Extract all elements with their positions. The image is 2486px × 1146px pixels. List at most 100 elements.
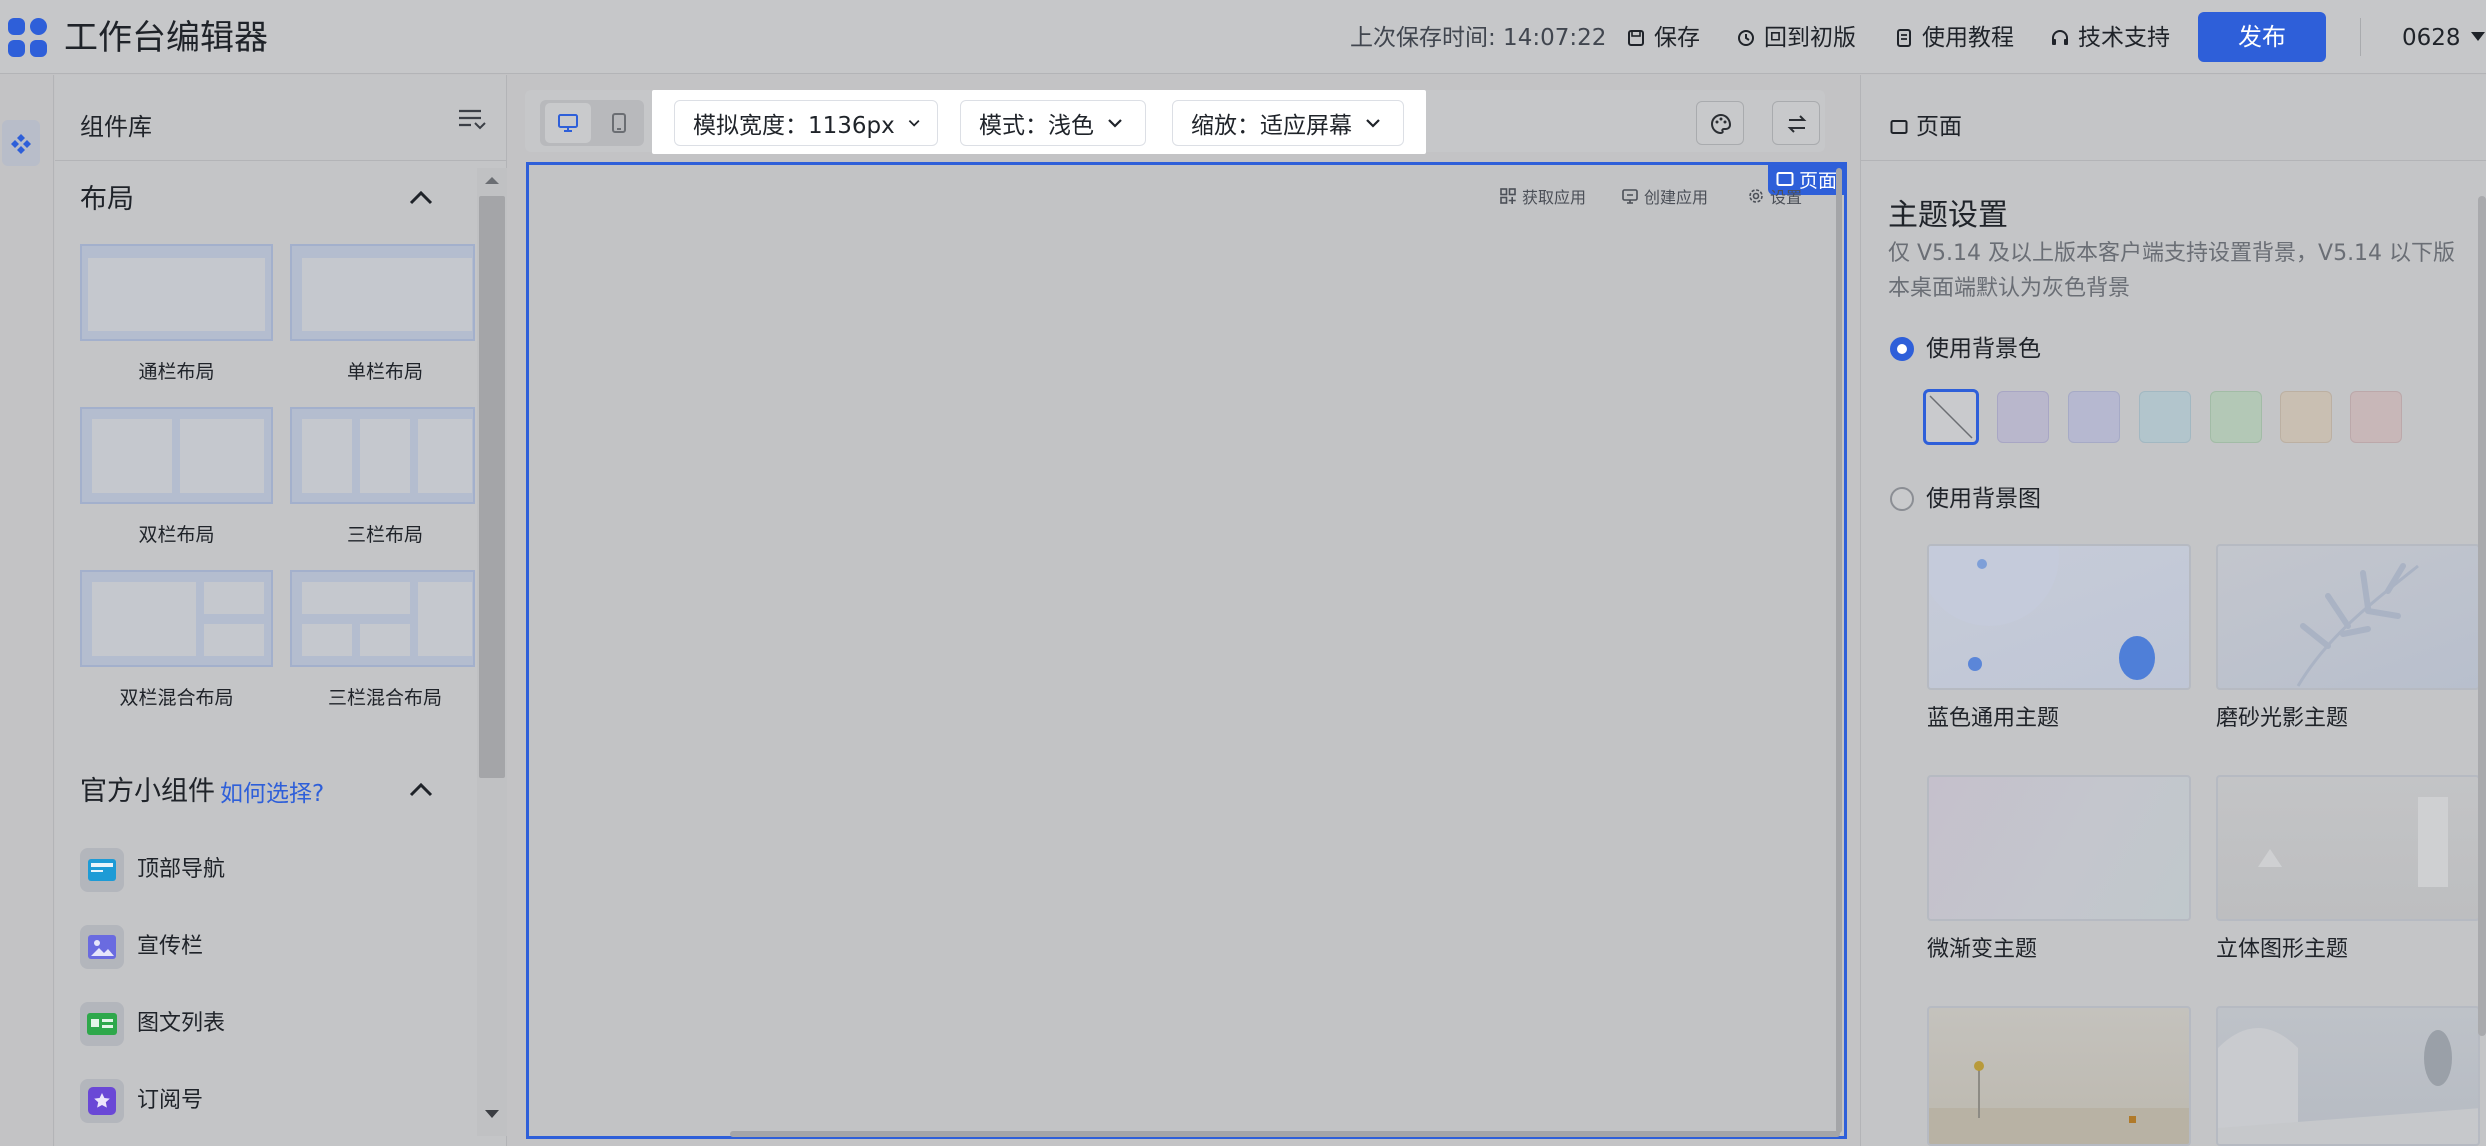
- layout-label: 三栏混合布局: [327, 687, 442, 709]
- layout-section-title: 布局: [80, 184, 134, 215]
- divider: [1861, 160, 2486, 161]
- revert-button[interactable]: 回到初版: [1736, 22, 1856, 54]
- collapse-panel-icon[interactable]: [456, 106, 486, 134]
- canvas-vertical-scrollbar[interactable]: [1836, 168, 1842, 1133]
- palette-icon: [1711, 113, 1732, 135]
- canvas-settings-bar: 模拟宽度：1136px 模式：浅色 缩放：适应屏幕: [652, 90, 1426, 154]
- subscription-icon: [80, 1079, 124, 1123]
- publish-button[interactable]: 发布: [2198, 12, 2326, 62]
- use-bg-color-option[interactable]: 使用背景色: [1890, 333, 2041, 365]
- get-app-label: 获取应用: [1522, 188, 1587, 207]
- layout-single-column[interactable]: [290, 244, 475, 341]
- library-scrollbar-thumb[interactable]: [479, 196, 505, 778]
- theme-frosted-card[interactable]: [2216, 544, 2480, 690]
- components-icon: [11, 134, 31, 154]
- radio-unchecked[interactable]: [1890, 487, 1914, 511]
- page-canvas[interactable]: [526, 162, 1847, 1139]
- create-app-label: 创建应用: [1644, 188, 1709, 207]
- revert-label: 回到初版: [1764, 25, 1856, 51]
- swatch-purple[interactable]: [1997, 391, 2049, 443]
- mobile-preview-button[interactable]: [596, 103, 642, 143]
- zoom-select[interactable]: 缩放：适应屏幕: [1172, 100, 1404, 146]
- layout-label: 双栏布局: [138, 524, 215, 546]
- swap-icon: [1787, 115, 1807, 133]
- layout-label: 单栏布局: [346, 361, 423, 383]
- layout-two-column-mixed[interactable]: [80, 570, 273, 667]
- caret-down-icon[interactable]: [2470, 30, 2486, 42]
- support-button[interactable]: 技术支持: [2050, 22, 2170, 54]
- property-panel-title-text: 页面: [1916, 114, 1962, 140]
- use-bg-color-label: 使用背景色: [1926, 336, 2041, 362]
- swatch-blue[interactable]: [2068, 391, 2120, 443]
- divider: [55, 160, 507, 161]
- layout-three-column-mixed[interactable]: [290, 570, 475, 667]
- theme-3d-shapes-card[interactable]: [2216, 775, 2480, 921]
- scroll-up-arrow-icon[interactable]: [483, 174, 501, 186]
- library-title: 组件库: [80, 113, 152, 141]
- page-settings-label: 设置: [1770, 188, 1803, 207]
- theme-label: 磨砂光影主题: [2216, 706, 2349, 731]
- property-panel-title: 页面: [1890, 110, 1962, 144]
- scroll-down-arrow-icon[interactable]: [483, 1108, 501, 1120]
- property-panel-scrollbar[interactable]: [2478, 196, 2486, 1036]
- widgets-section-title: 官方小组件: [80, 776, 215, 807]
- save-icon: [1628, 30, 1644, 46]
- apps-icon: [1500, 188, 1516, 204]
- tutorial-button[interactable]: 使用教程: [1894, 22, 2014, 54]
- simulated-width-select[interactable]: 模拟宽度：1136px: [674, 100, 938, 146]
- layout-three-column[interactable]: [290, 407, 475, 504]
- save-button[interactable]: 保存: [1626, 22, 1700, 54]
- mode-value: 模式：浅色: [979, 113, 1094, 139]
- layout-two-column[interactable]: [80, 407, 273, 504]
- canvas-horizontal-scrollbar[interactable]: [730, 1131, 1840, 1137]
- theme-warm-card[interactable]: [1927, 1006, 2191, 1146]
- gear-icon: [1749, 189, 1763, 203]
- theme-blue-card[interactable]: [1927, 544, 2191, 690]
- last-save-time: 上次保存时间: 14:07:22: [1350, 25, 1607, 51]
- radio-checked[interactable]: [1890, 337, 1914, 361]
- theme-label: 微渐变主题: [1927, 937, 2038, 962]
- theme-settings-description: 仅 V5.14 及以上版本客户端支持设置背景，V5.14 以下版本桌面端默认为灰…: [1888, 241, 2456, 301]
- mode-select[interactable]: 模式：浅色: [960, 100, 1146, 146]
- page-icon: [1890, 120, 1908, 134]
- swatch-green[interactable]: [2210, 391, 2262, 443]
- theme-settings-title: 主题设置: [1888, 198, 2008, 233]
- widget-image-text-list[interactable]: 图文列表: [137, 1008, 225, 1040]
- chevron-down-icon: [908, 120, 920, 127]
- get-app-button[interactable]: 获取应用: [1500, 184, 1586, 208]
- chevron-up-icon[interactable]: [408, 782, 434, 798]
- swap-button[interactable]: [1772, 101, 1820, 145]
- user-name[interactable]: 0628: [2402, 22, 2461, 54]
- layout-label: 通栏布局: [138, 361, 215, 383]
- save-label: 保存: [1654, 25, 1700, 51]
- create-app-button[interactable]: 创建应用: [1622, 184, 1708, 208]
- layout-label: 三栏布局: [346, 524, 423, 546]
- page-settings-button[interactable]: 设置: [1748, 184, 1802, 208]
- widget-top-nav[interactable]: 顶部导航: [137, 854, 225, 886]
- theme-gradient-card[interactable]: [1927, 775, 2191, 921]
- widget-banner[interactable]: 宣传栏: [137, 931, 203, 963]
- components-rail-button[interactable]: [2, 120, 40, 166]
- swatch-none[interactable]: [1923, 389, 1979, 445]
- chevron-down-icon: [1366, 119, 1380, 128]
- banner-icon: [80, 925, 124, 969]
- widgets-help-link[interactable]: 如何选择?: [220, 778, 324, 810]
- desktop-icon: [558, 114, 578, 132]
- document-icon: [1897, 29, 1911, 47]
- layout-full-width[interactable]: [80, 244, 273, 341]
- desktop-preview-button[interactable]: [545, 103, 591, 143]
- theme-palette-button[interactable]: [1696, 101, 1744, 145]
- layout-label: 双栏混合布局: [119, 687, 234, 709]
- theme-arch-card[interactable]: [2216, 1006, 2480, 1146]
- image-text-list-icon: [80, 1002, 124, 1046]
- theme-label: 蓝色通用主题: [1927, 706, 2060, 731]
- swatch-red[interactable]: [2350, 391, 2402, 443]
- swatch-cyan[interactable]: [2139, 391, 2191, 443]
- left-rail: [0, 75, 54, 1146]
- mobile-icon: [612, 113, 626, 133]
- use-bg-image-label: 使用背景图: [1926, 486, 2041, 512]
- widget-subscription[interactable]: 订阅号: [137, 1085, 203, 1117]
- chevron-up-icon[interactable]: [408, 190, 434, 206]
- use-bg-image-option[interactable]: 使用背景图: [1890, 483, 2041, 515]
- swatch-orange[interactable]: [2280, 391, 2332, 443]
